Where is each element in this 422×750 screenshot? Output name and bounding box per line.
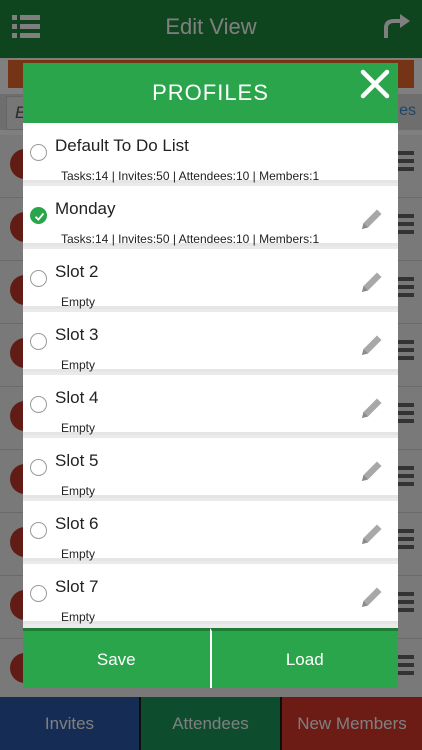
profile-info: Empty bbox=[61, 358, 96, 372]
profile-name: Slot 4 bbox=[55, 388, 99, 407]
profile-name: Slot 3 bbox=[55, 325, 99, 344]
profile-list: Default To Do List Tasks:14 | Invites:50… bbox=[23, 123, 398, 628]
modal-header: PROFILES bbox=[23, 63, 398, 123]
profile-name: Slot 7 bbox=[55, 577, 99, 596]
profile-row-slot-7[interactable]: Slot 7 Empty bbox=[23, 564, 398, 624]
profile-info: Empty bbox=[61, 610, 96, 624]
profile-name: Slot 6 bbox=[55, 514, 99, 533]
radio-button[interactable] bbox=[30, 333, 47, 350]
profile-name: Slot 5 bbox=[55, 451, 99, 470]
radio-button[interactable] bbox=[30, 270, 47, 287]
radio-button[interactable] bbox=[30, 144, 47, 161]
radio-button-selected[interactable] bbox=[30, 207, 47, 224]
profiles-modal: PROFILES Default To Do List Tasks:14 | I… bbox=[23, 63, 398, 688]
radio-button[interactable] bbox=[30, 396, 47, 413]
pencil-edit-icon[interactable] bbox=[359, 521, 385, 547]
profile-info: Tasks:14 | Invites:50 | Attendees:10 | M… bbox=[61, 232, 320, 246]
profile-info: Empty bbox=[61, 484, 96, 498]
radio-button[interactable] bbox=[30, 522, 47, 539]
close-x-icon[interactable] bbox=[358, 67, 392, 101]
profile-info: Empty bbox=[61, 547, 96, 561]
checkmark-icon bbox=[34, 212, 45, 221]
profile-name: Monday bbox=[55, 199, 116, 218]
modal-title: PROFILES bbox=[152, 80, 269, 105]
load-button[interactable]: Load bbox=[209, 628, 398, 688]
pencil-edit-icon[interactable] bbox=[359, 332, 385, 358]
profile-info: Empty bbox=[61, 421, 96, 435]
profile-row-slot-4[interactable]: Slot 4 Empty bbox=[23, 375, 398, 435]
save-button[interactable]: Save bbox=[23, 628, 210, 688]
pencil-edit-icon[interactable] bbox=[359, 206, 385, 232]
pencil-edit-icon[interactable] bbox=[359, 395, 385, 421]
profile-row-slot-2[interactable]: Slot 2 Empty bbox=[23, 249, 398, 309]
modal-footer: Save Load bbox=[23, 628, 398, 688]
pencil-edit-icon[interactable] bbox=[359, 269, 385, 295]
profile-row-monday[interactable]: Monday Tasks:14 | Invites:50 | Attendees… bbox=[23, 186, 398, 246]
profile-info: Tasks:14 | Invites:50 | Attendees:10 | M… bbox=[61, 169, 320, 183]
pencil-edit-icon[interactable] bbox=[359, 584, 385, 610]
profile-name: Slot 2 bbox=[55, 262, 99, 281]
radio-button[interactable] bbox=[30, 585, 47, 602]
profile-row-slot-6[interactable]: Slot 6 Empty bbox=[23, 501, 398, 561]
pencil-edit-icon[interactable] bbox=[359, 458, 385, 484]
profile-info: Empty bbox=[61, 295, 96, 309]
radio-button[interactable] bbox=[30, 459, 47, 476]
profile-row-slot-5[interactable]: Slot 5 Empty bbox=[23, 438, 398, 498]
profile-row-default[interactable]: Default To Do List Tasks:14 | Invites:50… bbox=[23, 123, 398, 183]
profile-row-slot-3[interactable]: Slot 3 Empty bbox=[23, 312, 398, 372]
profile-name: Default To Do List bbox=[55, 136, 189, 155]
